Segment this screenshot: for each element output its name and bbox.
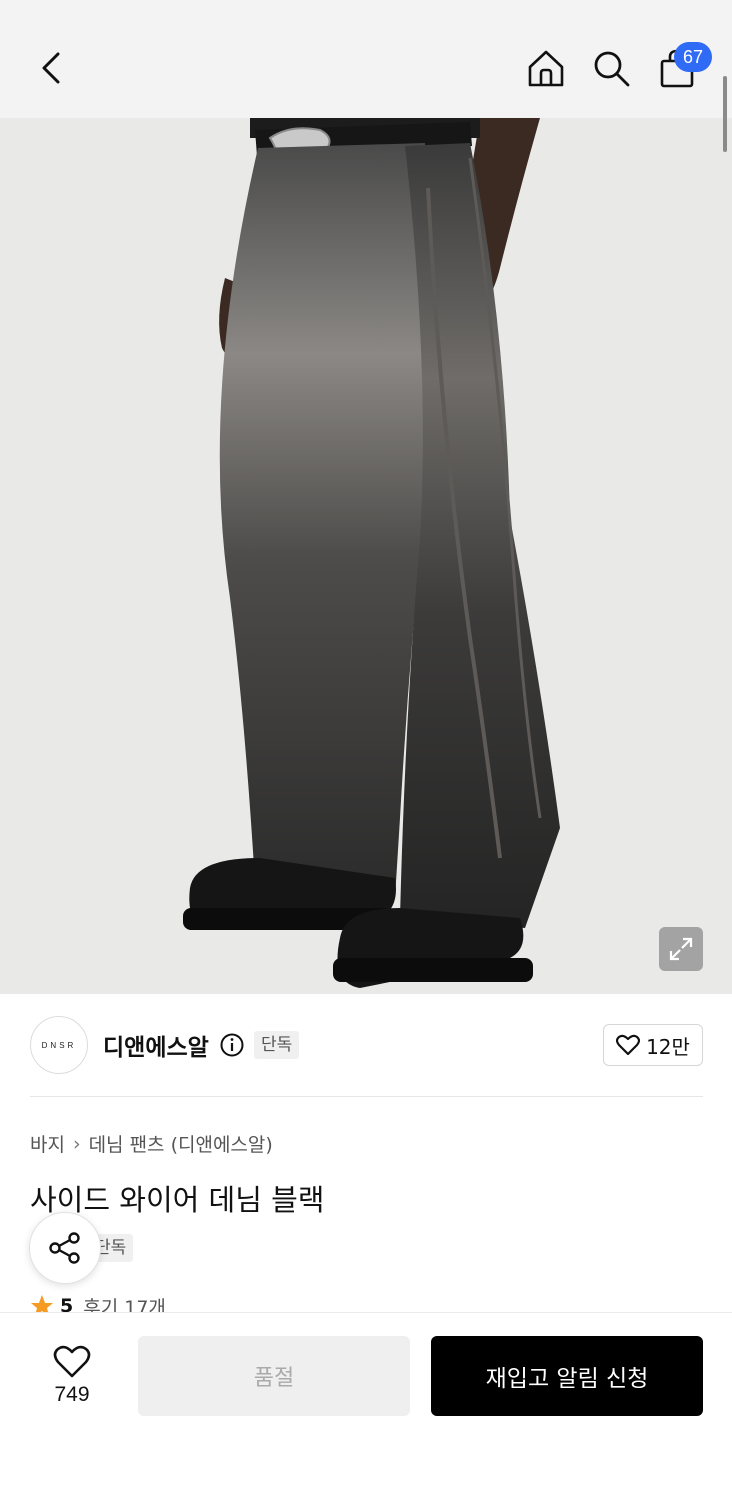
brand-like-count: 12만 [646,1034,690,1059]
info-icon[interactable] [220,1033,244,1057]
cart-count-badge: 67 [674,42,712,72]
expand-image-button[interactable] [659,927,703,971]
breadcrumb: 바지 › 데님 팬츠 (디앤에스알) [30,1130,273,1157]
chevron-right-icon: › [72,1132,81,1155]
home-button[interactable] [524,46,568,90]
back-button[interactable] [30,46,74,90]
heart-icon [616,1034,641,1056]
product-image[interactable] [0,118,732,994]
restock-alert-button[interactable]: 재입고 알림 신청 [431,1336,703,1416]
brand-name[interactable]: 디앤에스알 [103,1028,209,1062]
brand-exclusive-tag: 단독 [254,1031,300,1059]
search-button[interactable] [589,46,633,90]
scrollbar[interactable] [723,76,727,152]
wishlist-button[interactable]: 749 [30,1338,114,1414]
product-photo [0,118,732,994]
heart-icon [53,1345,91,1378]
home-icon [528,50,564,87]
share-button[interactable] [29,1212,101,1284]
breadcrumb-category[interactable]: 바지 [30,1130,65,1157]
wishlist-count: 749 [54,1383,90,1406]
brand-row: DNSR 디앤에스알 단독 12만 [30,1016,703,1074]
back-icon [42,52,60,84]
breadcrumb-subcategory[interactable]: 데님 팬츠 (디앤에스알) [89,1130,273,1157]
brand-like-button[interactable]: 12만 [603,1024,703,1066]
brand-logo[interactable]: DNSR [30,1016,88,1074]
divider [30,1096,703,1097]
share-icon [49,1232,80,1264]
expand-icon [669,937,693,961]
soldout-button: 품절 [138,1336,410,1416]
search-icon [594,51,630,87]
